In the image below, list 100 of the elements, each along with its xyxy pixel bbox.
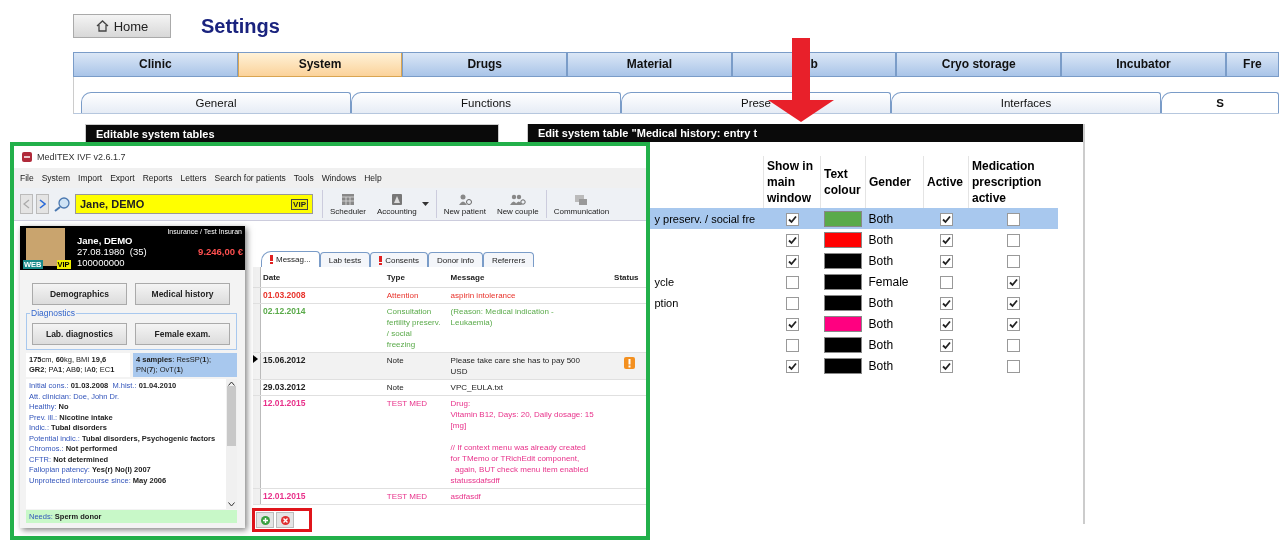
tab[interactable]: Donor info: [427, 252, 483, 267]
table-cell: 12.01.2015: [262, 398, 306, 408]
menu-item[interactable]: Help: [364, 173, 382, 183]
table-cell[interactable]: Both: [865, 355, 924, 376]
checkbox[interactable]: [939, 296, 953, 310]
patient-field[interactable]: Jane, DEMO VIP: [75, 194, 313, 214]
table-cell[interactable]: Both: [865, 334, 924, 355]
colour-swatch[interactable]: [823, 273, 862, 290]
checkbox[interactable]: [939, 254, 953, 268]
tab[interactable]: Lab tests: [319, 252, 371, 267]
card-button[interactable]: Medical history: [135, 283, 230, 305]
main-tab[interactable]: Cryo storage: [896, 53, 1062, 77]
checkbox[interactable]: [939, 359, 953, 373]
card-button[interactable]: Female exam.: [135, 323, 230, 345]
message-row[interactable]: 15.06.2012 Note Please take care she has to pay 500 USD: [253, 352, 646, 380]
add-button[interactable]: [256, 512, 274, 528]
patient-name: Jane, DEMO: [77, 235, 134, 246]
checkbox[interactable]: [1006, 233, 1020, 247]
table-cell: Drug: Vitamin B12, Days: 20, Daily dosage: 15 [mg] // If context menu was already created for TMemo or TRichEdit component, again, BUT check menu item enabled statussdafsdff: [448, 395, 613, 489]
main-tab[interactable]: Drugs: [402, 53, 568, 77]
checkbox[interactable]: [785, 212, 799, 226]
checkbox[interactable]: [939, 233, 953, 247]
checkbox[interactable]: [1006, 296, 1020, 310]
checkbox[interactable]: [939, 275, 953, 289]
birth-date: 27.08.1980 (35): [77, 246, 147, 257]
main-tab[interactable]: Material: [567, 53, 732, 77]
main-tab[interactable]: Fre: [1225, 53, 1279, 77]
checkbox[interactable]: [785, 254, 799, 268]
colour-swatch[interactable]: [823, 315, 862, 332]
checkbox[interactable]: [1006, 212, 1020, 226]
table-cell[interactable]: Both: [865, 229, 924, 250]
checkbox[interactable]: [1006, 275, 1020, 289]
checkbox[interactable]: [1006, 254, 1020, 268]
tab[interactable]: Consents: [370, 252, 428, 267]
main-tab[interactable]: System: [237, 53, 403, 77]
menu-item[interactable]: Windows: [321, 173, 357, 183]
message-row[interactable]: 29.03.2012 Note VPC_EULA.txt: [253, 379, 646, 396]
checkbox[interactable]: [939, 338, 953, 352]
message-row[interactable]: 12.01.2015 TEST MED asdfasdf: [253, 488, 646, 505]
table-cell[interactable]: Both: [865, 313, 924, 334]
checkbox[interactable]: [785, 317, 799, 331]
card-button[interactable]: Demographics: [32, 283, 127, 305]
table-cell: 15.06.2012: [262, 355, 306, 365]
table-cell[interactable]: Both: [865, 208, 924, 229]
checkbox[interactable]: [785, 338, 799, 352]
checkbox[interactable]: [1006, 317, 1020, 331]
main-tab[interactable]: Incubator: [1061, 53, 1226, 77]
colour-swatch[interactable]: [823, 252, 862, 269]
toolbar-button[interactable]: New couple: [492, 192, 543, 216]
checkbox[interactable]: [939, 212, 953, 226]
menu-item[interactable]: Letters: [180, 173, 207, 183]
column-header: Type: [384, 267, 449, 288]
checkbox[interactable]: [785, 359, 799, 373]
menu-item[interactable]: Import: [78, 173, 103, 183]
caret-icon[interactable]: [421, 201, 429, 207]
house-icon: [95, 20, 109, 32]
menu-item[interactable]: File: [20, 173, 34, 183]
toolbar-button[interactable]: Scheduler: [326, 192, 371, 216]
column-header: Message: [448, 267, 613, 288]
message-row[interactable]: 01.03.2008 Attention aspirin intolerance: [253, 287, 646, 304]
colour-swatch[interactable]: [823, 357, 862, 374]
menu-item[interactable]: Search for patients: [214, 173, 286, 183]
forward-button[interactable]: [36, 194, 49, 214]
row-pointer-icon: [253, 355, 258, 363]
menu-item[interactable]: Tools: [293, 173, 314, 183]
panel-header: Editable system tables: [86, 125, 498, 143]
menu-item[interactable]: System: [41, 173, 71, 183]
toolbar-button[interactable]: New patient: [439, 192, 490, 216]
scrollbar[interactable]: [226, 379, 237, 509]
sub-tab[interactable]: Functions: [351, 92, 621, 113]
checkbox[interactable]: [939, 317, 953, 331]
card-button[interactable]: Lab. diagnostics: [32, 323, 127, 345]
toolbar-button[interactable]: Communication: [549, 192, 614, 216]
checkbox[interactable]: [785, 296, 799, 310]
checkbox[interactable]: [785, 275, 799, 289]
colour-swatch[interactable]: [823, 294, 862, 311]
vip-label: VIP: [291, 198, 308, 210]
sub-tab[interactable]: S: [1161, 92, 1279, 113]
table-cell[interactable]: Both: [865, 292, 924, 313]
table-cell[interactable]: Female: [865, 271, 924, 292]
menu-item[interactable]: Export: [110, 173, 135, 183]
checkbox[interactable]: [1006, 338, 1020, 352]
menu-item[interactable]: Reports: [142, 173, 173, 183]
toolbar-button[interactable]: Accounting: [373, 192, 421, 216]
checkbox[interactable]: [785, 233, 799, 247]
table-cell[interactable]: Both: [865, 250, 924, 271]
sub-tab[interactable]: General: [81, 92, 351, 113]
main-tab[interactable]: Clinic: [73, 53, 238, 77]
colour-swatch[interactable]: [823, 231, 862, 248]
colour-swatch[interactable]: [823, 210, 862, 227]
colour-swatch[interactable]: [823, 336, 862, 353]
tab[interactable]: Messag...: [261, 251, 320, 267]
sub-tab[interactable]: Interfaces: [891, 92, 1161, 113]
delete-button[interactable]: [276, 512, 294, 528]
people-icon: [509, 192, 526, 206]
checkbox[interactable]: [1006, 359, 1020, 373]
tab[interactable]: Referrers: [482, 252, 535, 267]
cards-icon: [573, 192, 590, 206]
home-button[interactable]: Home: [73, 14, 171, 38]
message-row[interactable]: 12.01.2015 TEST MED Drug: Vitamin B12, Days: 20, Daily dosage: 15 [mg] // If context menu was already created for TMemo or TRichEdit component, again, BUT check menu item enabled statussdafsdff: [253, 395, 646, 489]
